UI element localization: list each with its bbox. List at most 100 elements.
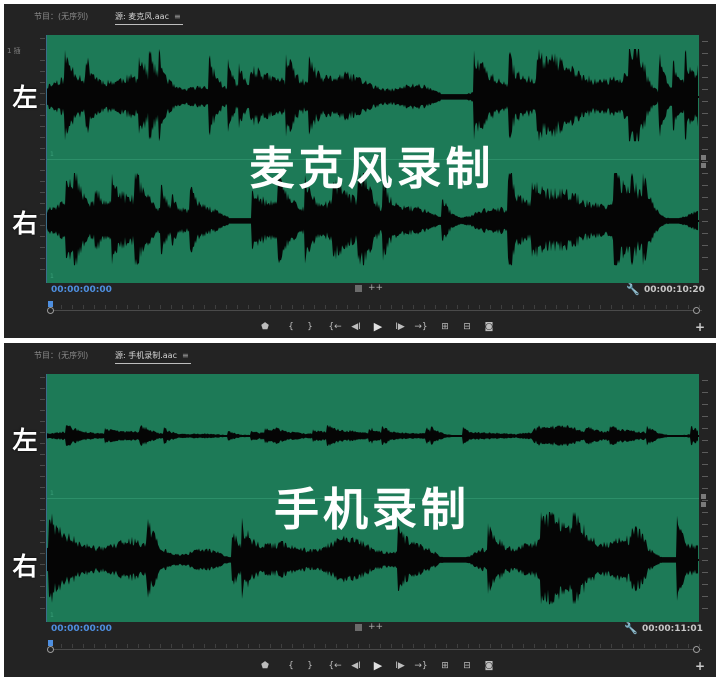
timeline-tick [149, 305, 150, 309]
timeline-tick [391, 644, 392, 648]
active-tab-underline [115, 24, 183, 25]
wrench-icon[interactable]: 🔧 [626, 283, 640, 296]
timeline-tick [622, 305, 623, 309]
timeline-tick [688, 305, 689, 309]
go-to-out-button[interactable]: →} [413, 320, 429, 334]
waveform-display[interactable]: 1 1 [46, 35, 699, 283]
wrench-icon[interactable]: 🔧 [624, 622, 638, 635]
hamburger-icon[interactable]: ≡ [182, 351, 189, 360]
timeline-tick [138, 644, 139, 648]
meter-handle[interactable] [701, 155, 706, 160]
timeline-tick [347, 644, 348, 648]
meter-tick [702, 53, 708, 54]
step-back-button[interactable]: ◀I [348, 320, 364, 334]
current-timecode[interactable]: 00:00:00:00 [51, 624, 112, 634]
timeline-tick [534, 305, 535, 309]
ruler-tick [40, 542, 45, 543]
go-to-in-button[interactable]: {← [327, 659, 343, 673]
overwrite-button[interactable]: ⊟ [459, 320, 475, 334]
meter-handle[interactable] [701, 163, 706, 168]
insert-button[interactable]: ⊞ [437, 659, 453, 673]
timeline-tick [94, 644, 95, 648]
current-timecode[interactable]: 00:00:00:00 [51, 285, 112, 295]
left-channel-label: 左 [12, 83, 38, 112]
timeline-tick [270, 305, 271, 309]
level-meter-scale[interactable] [699, 35, 716, 283]
insert-button[interactable]: ⊞ [437, 320, 453, 334]
timeline-tick [589, 644, 590, 648]
ruler-tick [40, 476, 45, 477]
play-button[interactable]: ▶ [370, 320, 386, 334]
timeline-tick [457, 305, 458, 309]
timeline-tick [633, 644, 634, 648]
timeline-tick [666, 305, 667, 309]
tab-source[interactable]: 源: 麦克风.aac [115, 11, 169, 22]
ruler-tick [40, 258, 45, 259]
meter-tick [702, 197, 708, 198]
meter-tick [702, 392, 708, 393]
ruler-tick [40, 487, 45, 488]
timeline-tick [105, 305, 106, 309]
tab-source[interactable]: 源: 手机录制.aac [115, 350, 177, 361]
timeline-tick [446, 644, 447, 648]
meter-handle[interactable] [701, 494, 706, 499]
tab-program[interactable]: 节目：(无序列) [34, 11, 88, 22]
timeline-tick [655, 305, 656, 309]
square-icon[interactable] [355, 624, 362, 631]
plus-icon[interactable]: + [695, 320, 705, 334]
step-forward-button[interactable]: I▶ [392, 659, 408, 673]
source-monitor-panel-microphone: 节目：(无序列) 源: 麦克风.aac ≡ 1 插 左 右 1 1 麦克风录制 … [4, 4, 716, 338]
meter-tick [702, 572, 708, 573]
add-marker-button[interactable]: ⬟ [257, 320, 273, 334]
timeline-scrubber[interactable] [47, 640, 702, 654]
timeline-tick [655, 644, 656, 648]
tab-program[interactable]: 节目：(无序列) [34, 350, 88, 361]
add-marker-button[interactable]: ⬟ [257, 659, 273, 673]
step-forward-button[interactable]: I▶ [392, 320, 408, 334]
meter-tick [702, 233, 708, 234]
timeline-tick [83, 305, 84, 309]
meter-handle[interactable] [701, 502, 706, 507]
go-to-in-button[interactable]: {← [327, 320, 343, 334]
timeline-tick [468, 305, 469, 309]
play-button[interactable]: ▶ [370, 659, 386, 673]
timeline-tick [369, 305, 370, 309]
meter-tick [702, 416, 708, 417]
in-point-handle[interactable] [47, 646, 54, 653]
audio-drag-icon[interactable]: ++ [368, 622, 383, 632]
timeline-tick [435, 644, 436, 648]
meter-tick [702, 404, 708, 405]
timeline-tick [259, 305, 260, 309]
waveform-display[interactable]: 1 1 [46, 374, 699, 622]
transport-controls: ⬟ {} {← ◀I ▶ I▶ →} ⊞ ⊟ ◙ [4, 659, 716, 675]
right-channel-label: 右 [12, 552, 38, 581]
level-meter-scale[interactable] [699, 374, 716, 622]
mark-out-button[interactable]: } [302, 320, 318, 334]
square-icon[interactable] [355, 285, 362, 292]
step-back-button[interactable]: ◀I [348, 659, 364, 673]
export-frame-button[interactable]: ◙ [481, 659, 497, 673]
timeline-scrubber[interactable] [47, 301, 702, 315]
overwrite-button[interactable]: ⊟ [459, 659, 475, 673]
timeline-tick [413, 305, 414, 309]
timeline-tick [402, 305, 403, 309]
timeline-tick [72, 644, 73, 648]
mark-out-button[interactable]: } [302, 659, 318, 673]
go-to-out-button[interactable]: →} [413, 659, 429, 673]
mark-in-button[interactable]: { [283, 320, 299, 334]
duration-timecode: 00:00:10:20 [644, 285, 705, 295]
timeline-tick [501, 644, 502, 648]
mark-in-button[interactable]: { [283, 659, 299, 673]
timeline-tick [358, 305, 359, 309]
export-frame-button[interactable]: ◙ [481, 320, 497, 334]
meter-tick [702, 221, 708, 222]
audio-drag-icon[interactable]: ++ [368, 283, 383, 293]
hamburger-icon[interactable]: ≡ [174, 12, 181, 21]
meter-tick [702, 209, 708, 210]
timeline-tick [622, 644, 623, 648]
timeline-tick [237, 644, 238, 648]
timeline-tick [446, 305, 447, 309]
timeline-tick [699, 644, 700, 648]
in-point-handle[interactable] [47, 307, 54, 314]
plus-icon[interactable]: + [695, 659, 705, 673]
